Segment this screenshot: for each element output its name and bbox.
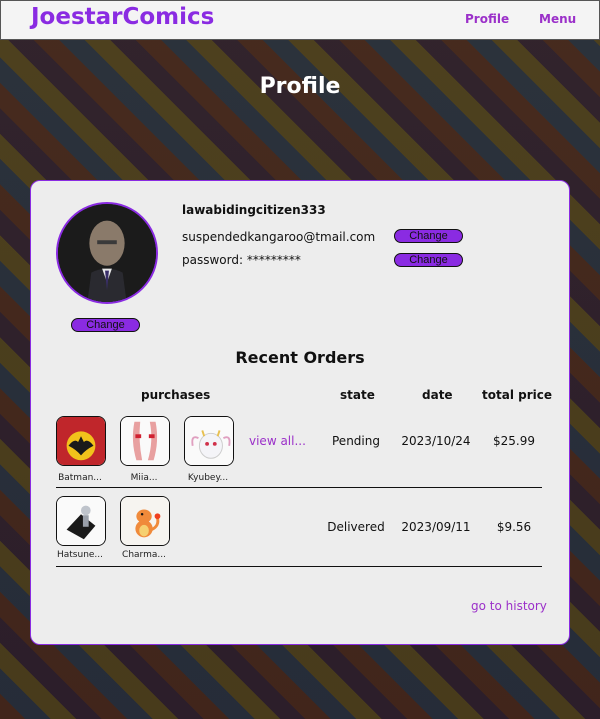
item-caption: Hatsune... (56, 550, 104, 560)
column-header-state: state (340, 388, 375, 402)
hatsune-figure-icon[interactable] (56, 496, 106, 546)
row-divider (56, 566, 542, 567)
change-email-button[interactable]: Change (394, 229, 463, 243)
page-title: Profile (259, 74, 341, 99)
charmander-figure-icon[interactable] (120, 496, 170, 546)
miia-figure-icon[interactable] (120, 416, 170, 466)
profile-card: Change lawabidingcitizen333 suspendedkan… (30, 180, 570, 645)
order-price: $25.99 (493, 434, 535, 448)
column-header-date: date (422, 388, 453, 402)
item-caption: Charma... (122, 550, 166, 560)
column-header-total-price: total price (482, 388, 552, 402)
avatar-portrait-icon (58, 204, 156, 302)
password-text: password: ********* (182, 253, 301, 267)
order-date: 2023/09/11 (401, 520, 471, 534)
email-text: suspendedkangaroo@tmail.com (182, 230, 376, 244)
item-caption: Miia... (130, 473, 158, 483)
go-to-history-link[interactable]: go to history (471, 599, 547, 613)
order-date: 2023/10/24 (401, 434, 471, 448)
batman-comic-icon[interactable] (56, 416, 106, 466)
order-price: $9.56 (496, 520, 532, 534)
change-avatar-button[interactable]: Change (71, 318, 140, 332)
username: lawabidingcitizen333 (182, 203, 326, 217)
item-caption: Kyubey... (187, 473, 229, 483)
row-divider (56, 487, 542, 488)
order-state: Pending (332, 434, 380, 448)
nav-menu-link[interactable]: Menu (539, 12, 576, 26)
site-logo[interactable]: JoestarComics (31, 4, 214, 30)
nav-profile-link[interactable]: Profile (465, 12, 509, 26)
kyubey-plush-icon[interactable] (184, 416, 234, 466)
navbar: JoestarComics Profile Menu (0, 0, 600, 40)
view-all-link[interactable]: view all... (249, 434, 306, 448)
avatar (56, 202, 158, 304)
item-caption: Batman... (58, 473, 102, 483)
column-header-purchases: purchases (141, 388, 211, 402)
order-state: Delivered (327, 520, 385, 534)
change-password-button[interactable]: Change (394, 253, 463, 267)
recent-orders-title: Recent Orders (235, 348, 365, 367)
